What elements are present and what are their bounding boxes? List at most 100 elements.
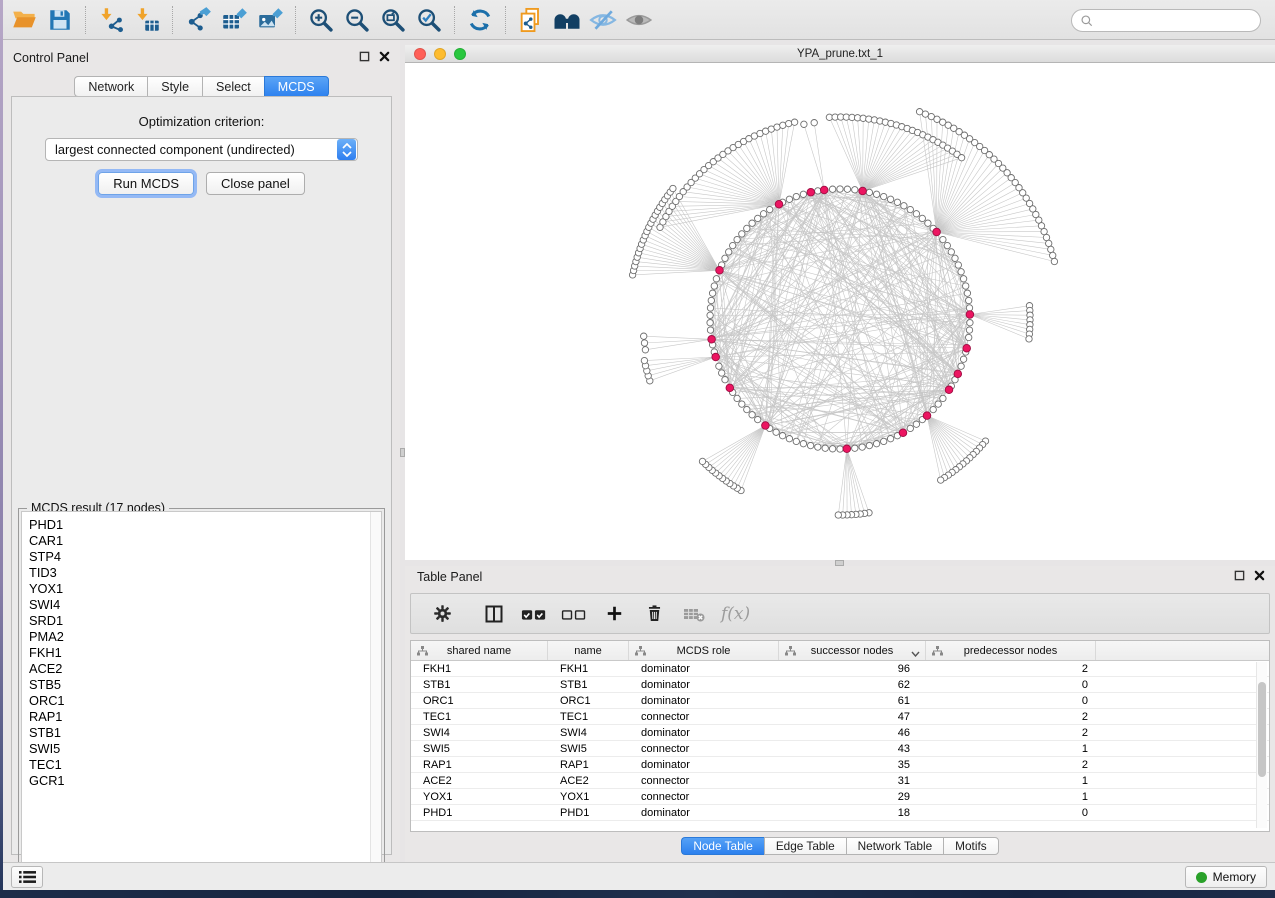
mcds-tab-content: Optimization criterion: largest connecte… — [11, 96, 392, 855]
table-row[interactable]: YOX1YOX1connector291 — [411, 789, 1269, 805]
memory-label: Memory — [1213, 870, 1256, 884]
export-image-button[interactable] — [252, 3, 288, 37]
zoom-in-button[interactable] — [303, 3, 339, 37]
toolbar-separator — [454, 6, 455, 34]
optimization-criterion-select[interactable]: largest connected component (undirected) — [45, 138, 358, 161]
table-row[interactable]: SWI4SWI4dominator462 — [411, 725, 1269, 741]
network-canvas[interactable] — [405, 63, 1275, 560]
column-header-shared-name[interactable]: shared name — [411, 641, 548, 660]
table-row[interactable]: RAP1RAP1dominator352 — [411, 757, 1269, 773]
delete-column-button[interactable] — [641, 601, 667, 627]
mcds-result-list[interactable]: PHD1CAR1STP4TID3YOX1SWI4SRD1PMA2FKH1ACE2… — [21, 511, 382, 876]
mcds-result-item[interactable]: ORC1 — [29, 693, 381, 709]
close-panel-button[interactable]: Close panel — [206, 172, 305, 195]
tab-network[interactable]: Network — [74, 76, 147, 97]
zoom-selected-icon — [415, 6, 443, 34]
table-cell-filler — [1096, 677, 1269, 692]
function-builder-button[interactable]: f(x) — [721, 604, 750, 624]
mcds-result-item[interactable]: FKH1 — [29, 645, 381, 661]
refresh-view-button[interactable] — [462, 3, 498, 37]
table-row[interactable]: ORC1ORC1dominator610 — [411, 693, 1269, 709]
table-row[interactable]: ACE2ACE2connector311 — [411, 773, 1269, 789]
table-row[interactable]: FKH1FKH1dominator962 — [411, 661, 1269, 677]
run-mcds-button[interactable]: Run MCDS — [98, 172, 194, 195]
mcds-result-item[interactable]: TEC1 — [29, 757, 381, 773]
mcds-result-item[interactable]: PMA2 — [29, 629, 381, 645]
first-neighbors-button[interactable] — [549, 3, 585, 37]
hide-selected-button[interactable] — [585, 3, 621, 37]
mcds-result-item[interactable]: SWI5 — [29, 741, 381, 757]
tab-select[interactable]: Select — [202, 76, 264, 97]
show-column-button[interactable] — [481, 601, 507, 627]
open-file-button[interactable] — [6, 3, 42, 37]
close-panel-icon[interactable] — [1254, 570, 1265, 581]
zoom-out-button[interactable] — [339, 3, 375, 37]
network-window-title: YPA_prune.txt_1 — [405, 48, 1275, 60]
table-row[interactable]: TEC1TEC1connector472 — [411, 709, 1269, 725]
mcds-result-item[interactable]: CAR1 — [29, 533, 381, 549]
search-field[interactable] — [1071, 9, 1261, 32]
close-panel-icon[interactable] — [379, 51, 390, 62]
export-network-button[interactable] — [180, 3, 216, 37]
column-header-name[interactable]: name — [548, 641, 629, 660]
table-cell: dominator — [629, 725, 779, 740]
tab-mcds[interactable]: MCDS — [264, 76, 329, 97]
copy-share-icon — [517, 6, 545, 34]
mcds-result-item[interactable]: STB1 — [29, 725, 381, 741]
tab-node-table[interactable]: Node Table — [681, 837, 763, 855]
tab-motifs[interactable]: Motifs — [943, 837, 998, 855]
mcds-result-item[interactable]: RAP1 — [29, 709, 381, 725]
table-row[interactable]: PHD1PHD1dominator180 — [411, 805, 1269, 821]
mcds-result-scrollbar[interactable] — [370, 512, 381, 875]
main-toolbar — [0, 0, 1275, 40]
create-column-button[interactable] — [601, 601, 627, 627]
task-history-button[interactable] — [11, 866, 43, 888]
network-graph[interactable] — [405, 63, 1275, 560]
export-table-button[interactable] — [216, 3, 252, 37]
table-settings-button[interactable] — [429, 601, 455, 627]
zoom-selected-button[interactable] — [411, 3, 447, 37]
network-window-titlebar[interactable]: YPA_prune.txt_1 — [405, 45, 1275, 63]
import-network-button[interactable] — [93, 3, 129, 37]
zoom-out-icon — [343, 6, 371, 34]
mcds-result-item[interactable]: STB5 — [29, 677, 381, 693]
table-row[interactable]: STB1STB1dominator620 — [411, 677, 1269, 693]
mcds-result-item[interactable]: SWI4 — [29, 597, 381, 613]
mcds-result-item[interactable]: TID3 — [29, 565, 381, 581]
import-table-icon — [134, 6, 161, 33]
tab-style[interactable]: Style — [147, 76, 202, 97]
optimization-criterion-value: largest connected component (undirected) — [46, 142, 337, 157]
select-all-columns-button[interactable] — [521, 601, 547, 627]
column-header-successor-nodes[interactable]: successor nodes — [779, 641, 926, 660]
mcds-result-item[interactable]: PHD1 — [29, 517, 381, 533]
column-header-MCDS-role[interactable]: MCDS role — [629, 641, 779, 660]
table-row[interactable]: SWI5SWI5connector431 — [411, 741, 1269, 757]
search-input[interactable] — [1094, 10, 1260, 31]
show-all-button[interactable] — [621, 3, 657, 37]
copy-network-button[interactable] — [513, 3, 549, 37]
save-session-button[interactable] — [42, 3, 78, 37]
mcds-result-item[interactable]: GCR1 — [29, 773, 381, 789]
tab-edge-table[interactable]: Edge Table — [764, 837, 846, 855]
tab-network-table[interactable]: Network Table — [846, 837, 944, 855]
table-scrollbar-thumb[interactable] — [1258, 682, 1266, 777]
sort-chevron-icon[interactable] — [911, 648, 920, 660]
import-table-button[interactable] — [129, 3, 165, 37]
unselect-all-columns-button[interactable] — [561, 601, 587, 627]
mcds-result-item[interactable]: SRD1 — [29, 613, 381, 629]
float-panel-icon[interactable] — [1234, 570, 1245, 581]
mcds-result-item[interactable]: YOX1 — [29, 581, 381, 597]
table-cell: ACE2 — [411, 773, 548, 788]
column-header-predecessor-nodes[interactable]: predecessor nodes — [926, 641, 1096, 660]
toolbar-separator — [85, 6, 86, 34]
table-cell-filler — [1096, 757, 1269, 772]
table-cell: FKH1 — [411, 661, 548, 676]
float-panel-icon[interactable] — [359, 51, 370, 62]
table-scrollbar[interactable] — [1256, 662, 1267, 828]
mcds-result-item[interactable]: STP4 — [29, 549, 381, 565]
delete-table-button[interactable] — [681, 601, 707, 627]
optimization-criterion-label: Optimization criterion: — [12, 114, 391, 129]
mcds-result-item[interactable]: ACE2 — [29, 661, 381, 677]
memory-button[interactable]: Memory — [1185, 866, 1267, 888]
zoom-fit-button[interactable] — [375, 3, 411, 37]
